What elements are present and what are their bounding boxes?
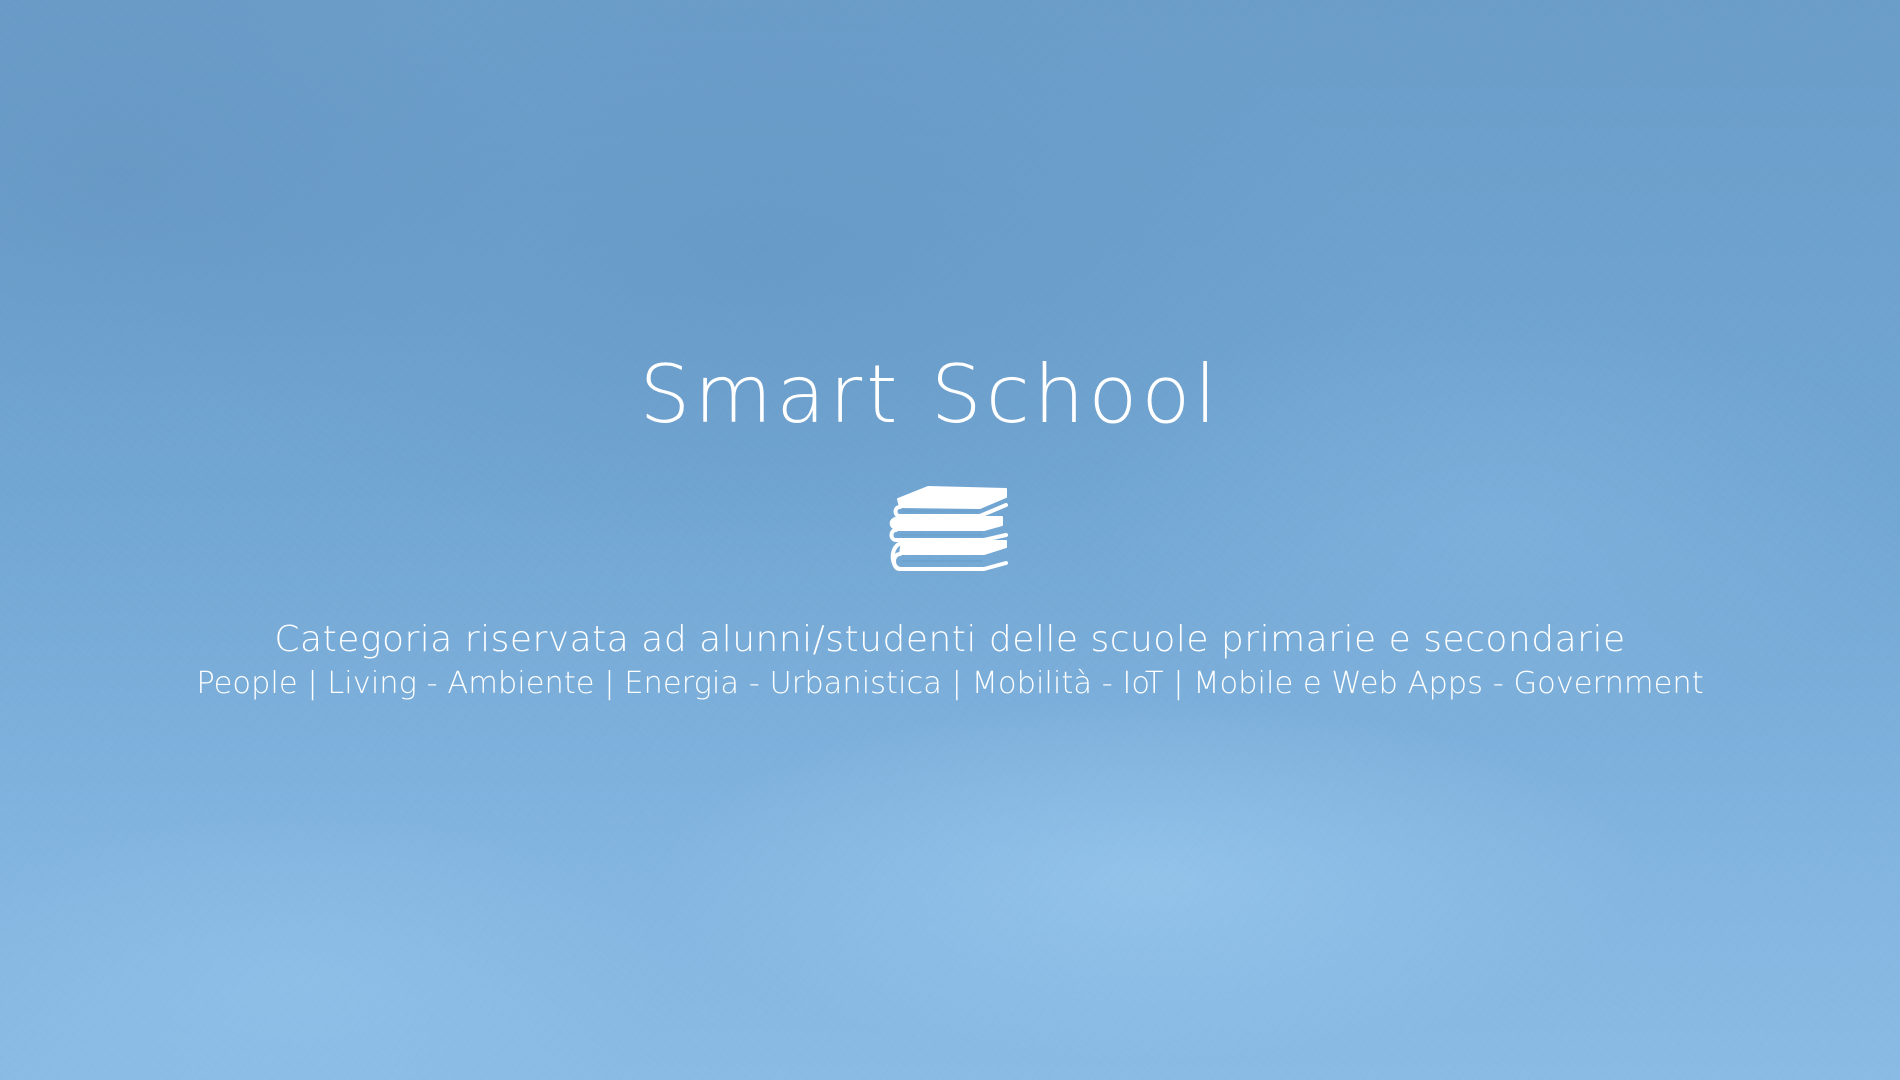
slide-title: Smart School — [639, 348, 1221, 441]
category-list: People | Living - Ambiente | Energia - U… — [196, 666, 1704, 701]
slide: Smart School Categoria riservata ad alun… — [0, 0, 1900, 1080]
books-stack-icon — [888, 483, 1008, 575]
category-description: Categoria riservata ad alunni/studenti d… — [274, 619, 1626, 660]
